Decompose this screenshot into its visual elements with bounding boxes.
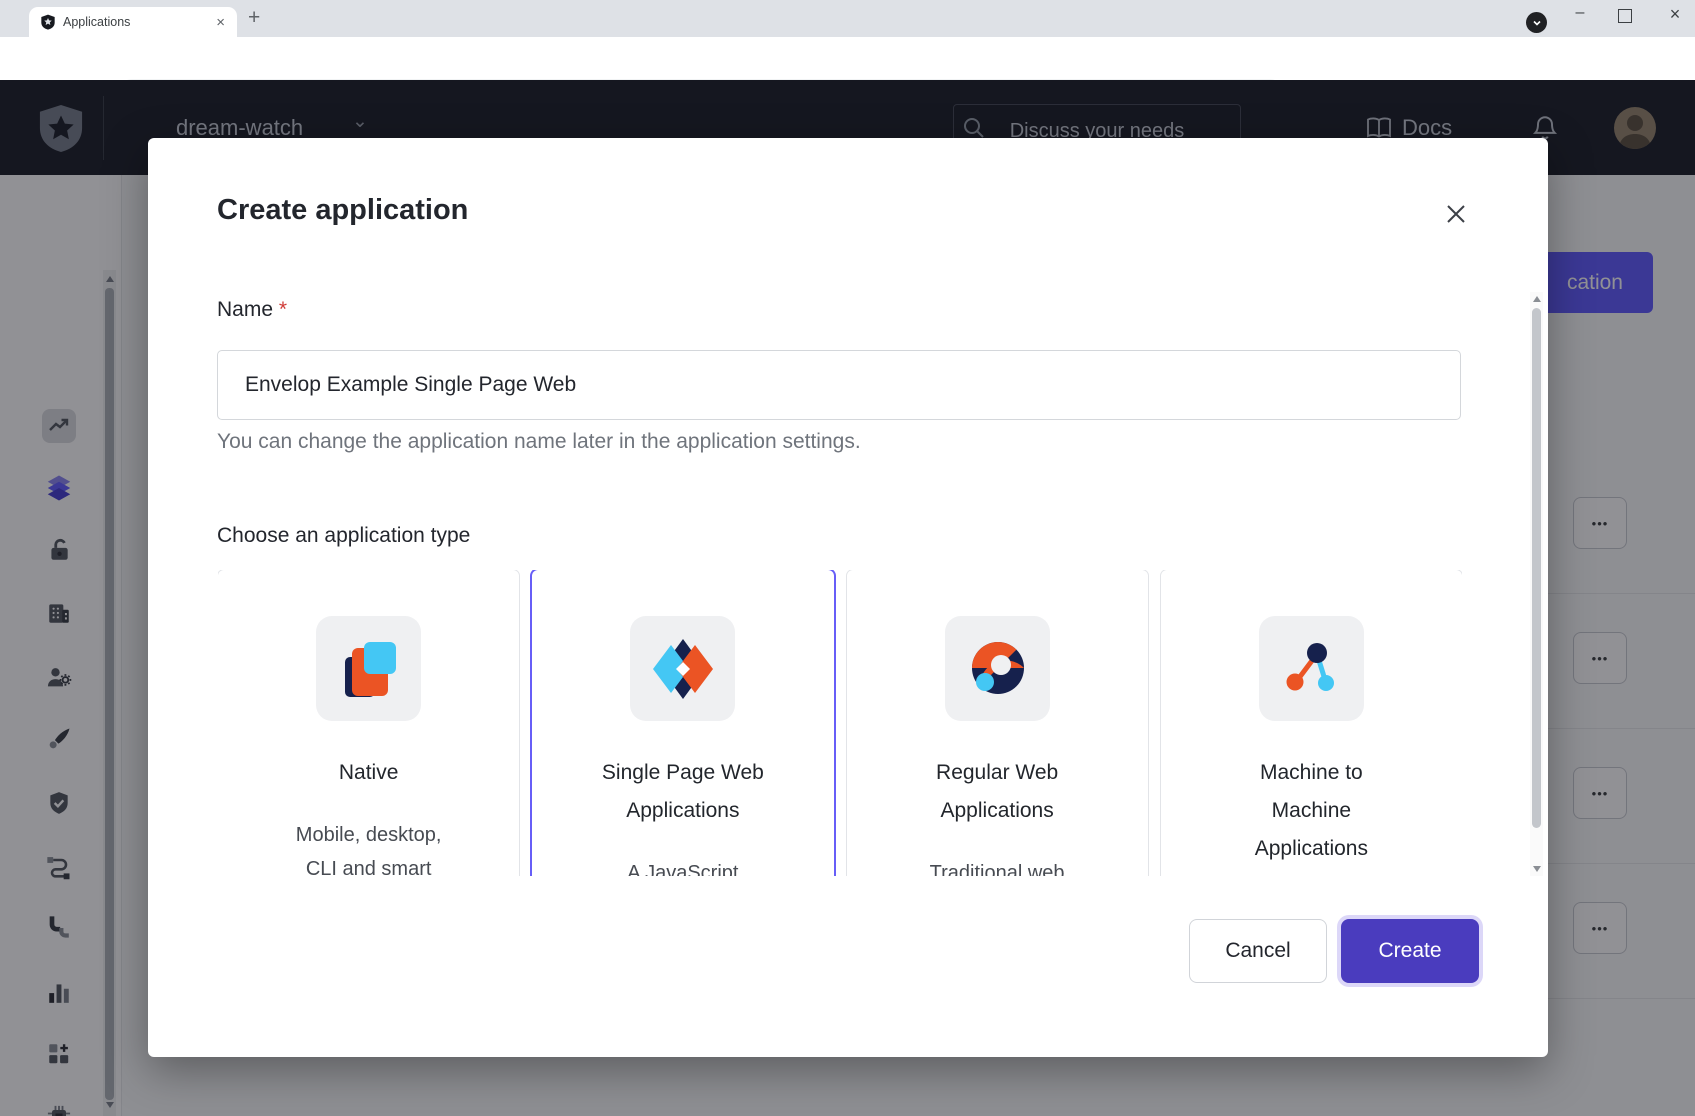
app-type-card-regular-web[interactable]: Regular WebApplications Traditional web — [847, 570, 1148, 876]
app-type-card-m2m[interactable]: Machine toMachineApplications — [1161, 570, 1462, 876]
modal-title: Create application — [217, 194, 468, 227]
tab-close-icon[interactable]: × — [216, 14, 225, 31]
m2m-icon-tile — [1259, 616, 1364, 721]
window-minimize-button[interactable]: – — [1565, 4, 1595, 22]
regular-web-icon-tile — [945, 616, 1050, 721]
screen: Applications × + – × ← → manage.auth0.co… — [0, 0, 1695, 1116]
new-tab-button[interactable]: + — [248, 6, 260, 30]
name-helper-text: You can change the application name late… — [217, 430, 861, 454]
browser-tab-bar: Applications × + – × — [0, 0, 1695, 37]
card-title: Regular WebApplications — [847, 754, 1148, 830]
required-asterisk: * — [279, 298, 287, 321]
card-description: Mobile, desktop,CLI and smart — [218, 818, 519, 876]
app-type-card-native[interactable]: Native Mobile, desktop,CLI and smart — [218, 570, 519, 876]
card-title: Native — [218, 754, 519, 792]
close-icon — [1445, 203, 1467, 225]
caret-down-icon — [1532, 18, 1542, 28]
card-title: Machine toMachineApplications — [1161, 754, 1462, 868]
browser-toolbar: ← → manage.auth0.com/dashboard/eu/dream-… — [0, 37, 1695, 81]
browser-tab[interactable]: Applications × — [29, 7, 237, 37]
card-title: Single Page WebApplications — [532, 754, 833, 830]
tab-title: Applications — [63, 15, 216, 29]
tab-search-caret-button[interactable] — [1526, 12, 1547, 33]
application-name-input[interactable] — [217, 350, 1461, 420]
create-application-modal: Create application Name * You can change… — [148, 138, 1548, 1057]
auth0-favicon-icon — [40, 14, 56, 30]
modal-close-button[interactable] — [1436, 194, 1476, 234]
native-app-icon — [337, 637, 401, 701]
scroll-up-arrow[interactable] — [1533, 296, 1541, 302]
m2m-app-icon — [1279, 637, 1343, 701]
name-field-label: Name * — [217, 298, 287, 322]
spa-icon-tile — [630, 616, 735, 721]
app-type-card-spa[interactable]: Single Page WebApplications A JavaScript — [532, 570, 833, 876]
cancel-button[interactable]: Cancel — [1189, 919, 1327, 983]
modal-scrollbar[interactable] — [1530, 292, 1543, 876]
card-description: Traditional web — [847, 856, 1148, 876]
modal-scroll-thumb[interactable] — [1532, 308, 1541, 828]
native-icon-tile — [316, 616, 421, 721]
window-close-button[interactable]: × — [1660, 4, 1690, 25]
create-button[interactable]: Create — [1341, 919, 1479, 983]
spa-app-icon — [651, 637, 715, 701]
window-maximize-button[interactable] — [1618, 9, 1632, 23]
application-type-cards: Native Mobile, desktop,CLI and smart Sin… — [218, 570, 1462, 876]
card-description: A JavaScript — [532, 856, 833, 876]
scroll-down-arrow[interactable] — [1533, 866, 1541, 872]
regular-web-app-icon — [965, 637, 1029, 701]
choose-type-label: Choose an application type — [217, 524, 470, 548]
